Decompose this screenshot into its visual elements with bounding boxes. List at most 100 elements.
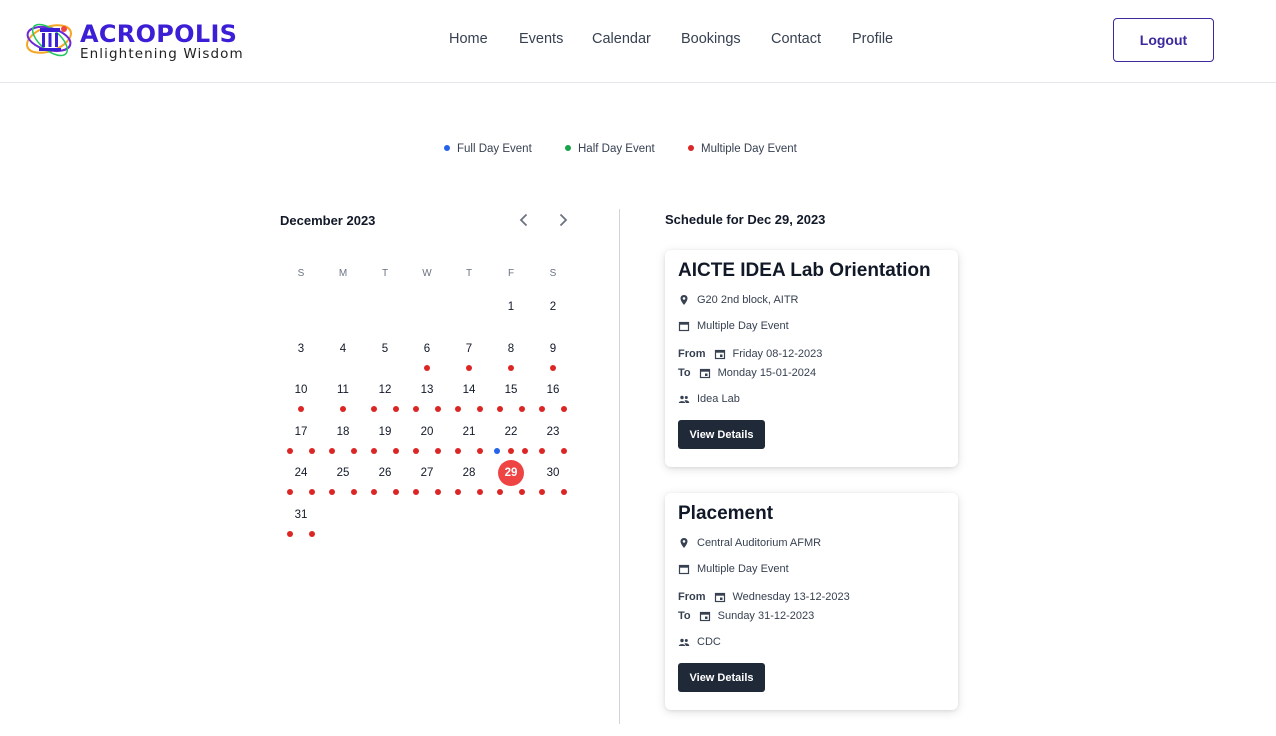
- top-navbar: ACROPOLIS Enlightening Wisdom Home Event…: [0, 0, 1276, 83]
- event-organizer-text: Idea Lab: [697, 393, 740, 405]
- event-dot-icon: [287, 530, 293, 537]
- event-organizer: CDC: [678, 636, 721, 648]
- calendar-day[interactable]: 9: [538, 334, 568, 364]
- calendar-day[interactable]: 24: [286, 458, 316, 488]
- calendar-day[interactable]: 22: [496, 417, 526, 447]
- view-details-button[interactable]: View Details: [678, 663, 765, 692]
- location-pin-icon: [678, 294, 690, 306]
- event-dot-icon: [413, 406, 419, 412]
- weekday-header: F: [507, 268, 515, 279]
- legend-dot-icon: [565, 145, 571, 151]
- nav-calendar[interactable]: Calendar: [592, 31, 651, 47]
- calendar-event-icon: [699, 610, 711, 622]
- event-dot-icon: [393, 447, 399, 454]
- legend-dot-icon: [444, 145, 450, 151]
- nav-bookings[interactable]: Bookings: [681, 31, 741, 47]
- event-dot-icon: [561, 447, 567, 454]
- event-legend: Full Day Event Half Day Event Multiple D…: [0, 143, 1276, 159]
- event-type: Multiple Day Event: [678, 563, 789, 575]
- calendar-day[interactable]: 16: [538, 375, 568, 405]
- next-month-button[interactable]: [553, 210, 573, 230]
- calendar-day[interactable]: 3: [286, 334, 316, 364]
- legend-half-day: Half Day Event: [565, 143, 655, 155]
- calendar-day[interactable]: 13: [412, 375, 442, 405]
- event-to: To Sunday 31-12-2023: [678, 610, 814, 622]
- event-dot-icon: [477, 447, 483, 454]
- weekday-header: S: [297, 268, 305, 279]
- event-dot-icon: [371, 489, 377, 495]
- calendar-day[interactable]: 11: [328, 375, 358, 405]
- calendar-day[interactable]: 4: [328, 334, 358, 364]
- to-date: Monday 15-01-2024: [717, 367, 817, 379]
- calendar-day[interactable]: 6: [412, 334, 442, 364]
- calendar-day[interactable]: 15: [496, 375, 526, 405]
- event-type-text: Multiple Day Event: [697, 563, 789, 575]
- view-details-button[interactable]: View Details: [678, 420, 765, 449]
- event-dot-icon: [497, 489, 503, 495]
- event-dot-icon: [371, 406, 377, 412]
- event-dot-icon: [539, 447, 545, 454]
- weekday-header: S: [549, 268, 557, 279]
- calendar-day[interactable]: 12: [370, 375, 400, 405]
- event-dot-icon: [455, 489, 461, 495]
- nav-contact[interactable]: Contact: [771, 31, 821, 47]
- calendar-day[interactable]: 5: [370, 334, 400, 364]
- nav-home[interactable]: Home: [449, 31, 488, 47]
- event-dot-icon: [561, 406, 567, 412]
- calendar-day-selected[interactable]: 29: [498, 460, 524, 486]
- logout-button[interactable]: Logout: [1113, 18, 1214, 62]
- calendar-day[interactable]: 1: [496, 292, 526, 322]
- event-dot-icon: [435, 406, 441, 412]
- prev-month-button[interactable]: [514, 210, 534, 230]
- event-dot-icon: [424, 364, 430, 371]
- calendar-day[interactable]: 7: [454, 334, 484, 364]
- event-dot-icon: [508, 447, 514, 454]
- calendar-event-icon: [714, 348, 726, 360]
- event-dot-icon: [413, 447, 419, 454]
- calendar-day[interactable]: 10: [286, 375, 316, 405]
- event-dot-icon: [309, 489, 315, 495]
- calendar-day[interactable]: 17: [286, 417, 316, 447]
- chevron-left-icon: [519, 213, 528, 227]
- calendar-day[interactable]: 18: [328, 417, 358, 447]
- divider: [619, 209, 620, 724]
- event-dot-icon: [455, 406, 461, 412]
- from-date: Friday 08-12-2023: [732, 348, 823, 360]
- event-dot-icon: [522, 447, 528, 454]
- calendar-day[interactable]: 19: [370, 417, 400, 447]
- to-date: Sunday 31-12-2023: [717, 610, 815, 622]
- calendar-day[interactable]: 14: [454, 375, 484, 405]
- event-dot-icon: [340, 406, 346, 412]
- weekday-header: W: [422, 268, 432, 279]
- event-from: From Wednesday 13-12-2023: [678, 591, 850, 603]
- calendar-day[interactable]: 25: [328, 458, 358, 488]
- calendar-day[interactable]: 31: [286, 500, 316, 530]
- event-dot-icon: [539, 489, 545, 495]
- event-dot-icon: [287, 489, 293, 495]
- calendar-day[interactable]: 30: [538, 458, 568, 488]
- nav-profile[interactable]: Profile: [852, 31, 893, 47]
- legend-dot-icon: [688, 145, 694, 151]
- calendar-day[interactable]: 28: [454, 458, 484, 488]
- calendar-day[interactable]: 8: [496, 334, 526, 364]
- from-date: Wednesday 13-12-2023: [732, 591, 850, 603]
- event-dot-icon: [477, 489, 483, 495]
- event-dot-icon: [497, 406, 503, 412]
- event-dot-icon: [519, 489, 525, 495]
- calendar-day[interactable]: 2: [538, 292, 568, 322]
- event-dot-icon: [393, 406, 399, 412]
- event-dot-icon: [393, 489, 399, 495]
- to-label: To: [678, 610, 691, 622]
- event-dot-icon: [371, 447, 377, 454]
- calendar-day[interactable]: 20: [412, 417, 442, 447]
- event-dot-icon: [508, 364, 514, 371]
- calendar-day[interactable]: 21: [454, 417, 484, 447]
- nav-events[interactable]: Events: [519, 31, 563, 47]
- calendar-day[interactable]: 26: [370, 458, 400, 488]
- event-dot-icon: [351, 447, 357, 454]
- event-location: Central Auditorium AFMR: [678, 537, 821, 549]
- calendar-day[interactable]: 27: [412, 458, 442, 488]
- event-title: AICTE IDEA Lab Orientation: [678, 260, 931, 281]
- calendar-day[interactable]: 23: [538, 417, 568, 447]
- legend-label: Multiple Day Event: [701, 143, 797, 155]
